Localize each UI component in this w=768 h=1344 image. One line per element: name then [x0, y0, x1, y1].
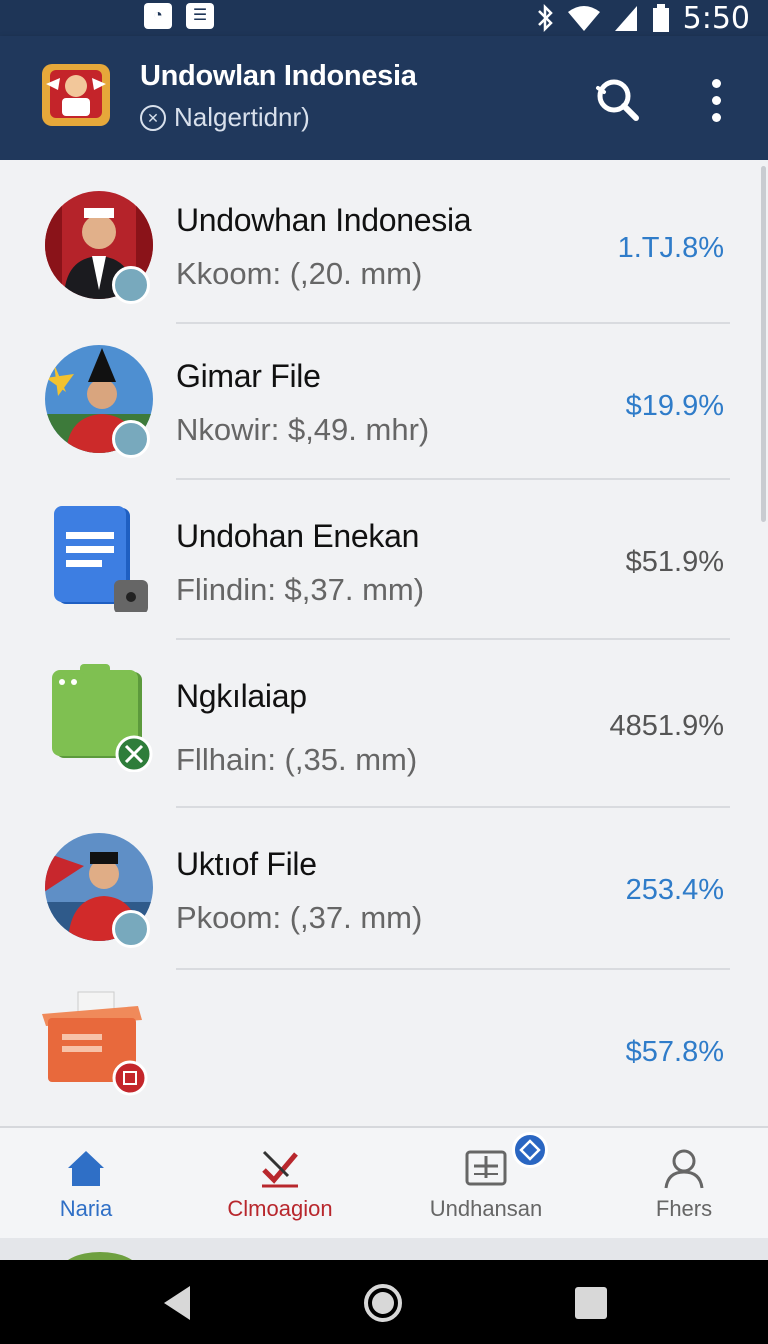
item-title: Uktıof File — [176, 846, 317, 882]
clock: 5:50 — [682, 0, 750, 36]
green-bag-icon — [52, 664, 153, 772]
item-value: $51.9% — [625, 546, 724, 578]
item-meta: Flindin: $,37. mm) — [176, 572, 425, 607]
peek-content — [0, 1238, 768, 1260]
item-meta: Pkoom: (,37. mm) — [176, 900, 423, 935]
lock-badge-icon — [112, 266, 150, 304]
more-options-icon[interactable] — [694, 72, 738, 128]
check-mark-icon — [262, 1150, 298, 1188]
list-item[interactable]: Undowhan Indonesia Kkoom: (,20. mm) 1.TJ… — [0, 160, 768, 324]
item-title: Undohan Enekan — [176, 518, 420, 554]
item-value: 1.TJ.8% — [617, 232, 724, 264]
search-icon[interactable] — [588, 70, 644, 126]
lock-badge-icon — [112, 420, 150, 458]
back-icon[interactable] — [156, 1282, 198, 1324]
app-subtitle-text: Nalgertidnr) — [174, 102, 310, 132]
battery-icon — [652, 4, 669, 32]
home-button-icon[interactable] — [362, 1282, 404, 1324]
box-icon — [42, 991, 148, 1096]
item-value: 4851.9% — [609, 710, 725, 742]
item-meta: Nkowir: $,49. mhr) — [176, 412, 430, 447]
list-item[interactable]: Uktıof File Pkoom: (,37. mm) 253.4% — [0, 808, 768, 970]
item-meta: Fllhain: (,35. mm) — [176, 742, 418, 777]
nav-tab-undhansan[interactable]: Undhansan — [396, 1128, 576, 1240]
notification-icon: ☰ — [186, 3, 214, 29]
item-value: $57.8% — [625, 1036, 724, 1068]
app-bar: Undowlan Indonesia ✕ Nalgertidnr) — [0, 36, 768, 160]
system-navigation-bar — [0, 1260, 768, 1344]
item-title: Ngkılaiap — [176, 678, 307, 714]
list-item[interactable]: Undohan Enekan Flindin: $,37. mm) $51.9% — [0, 480, 768, 640]
list-item[interactable]: Gimar File Nkowir: $,49. mhr) $19.9% — [0, 324, 768, 480]
file-list: Undowhan Indonesia Kkoom: (,20. mm) 1.TJ… — [0, 160, 768, 1126]
nav-tab-clmoagion[interactable]: Clmoagion — [190, 1128, 370, 1240]
person-icon — [664, 1149, 704, 1189]
nav-tab-home[interactable]: Naria — [0, 1128, 176, 1240]
lock-badge-icon — [112, 910, 150, 948]
docs-icon — [54, 506, 148, 612]
nav-label: Clmoagion — [227, 1196, 333, 1221]
item-value: $19.9% — [625, 390, 724, 422]
nav-label: Fhers — [655, 1196, 713, 1221]
alarm-icon: ◔ — [144, 3, 172, 29]
wifi-icon — [567, 6, 600, 31]
list-item[interactable]: $57.8% — [0, 970, 768, 1126]
signal-icon — [614, 6, 637, 31]
app-logo-icon — [42, 64, 110, 126]
bottom-navigation: Naria Clmoagion Undhansan Fhers — [0, 1126, 768, 1238]
subtitle-icon: ✕ — [140, 104, 166, 131]
app-subtitle: ✕ Nalgertidnr) — [140, 102, 310, 133]
app-title: Undowlan Indonesia — [140, 60, 417, 92]
nav-label: Naria — [59, 1196, 113, 1221]
item-title: Undowhan Indonesia — [176, 202, 472, 238]
item-meta: Kkoom: (,20. mm) — [176, 256, 423, 291]
scrollbar[interactable] — [761, 166, 766, 522]
item-value: 253.4% — [625, 874, 724, 906]
list-item[interactable]: Ngkılaiap Fllhain: (,35. mm) 4851.9% — [0, 640, 768, 808]
notification-badge-icon — [512, 1132, 548, 1168]
bluetooth-icon — [537, 3, 553, 33]
panel-icon — [465, 1150, 507, 1186]
home-icon — [68, 1151, 104, 1186]
status-bar: ◔ ☰ 5:50 — [0, 0, 768, 36]
nav-label: Undhansan — [429, 1196, 543, 1221]
nav-tab-fhers[interactable]: Fhers — [594, 1128, 768, 1240]
item-title: Gimar File — [176, 358, 321, 394]
recents-icon[interactable] — [570, 1282, 612, 1324]
